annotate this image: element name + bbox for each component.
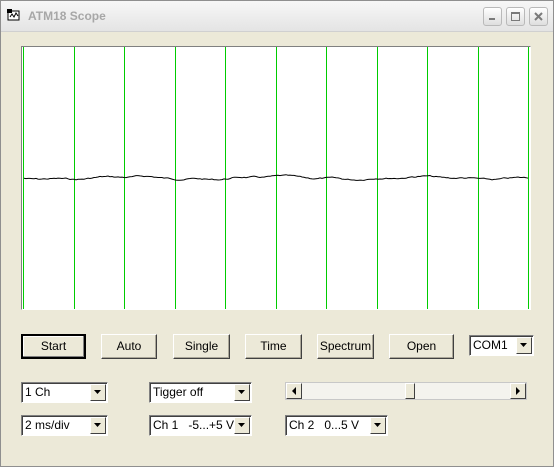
close-button[interactable] xyxy=(529,7,548,26)
trigger-level-scrollbar[interactable] xyxy=(285,382,527,400)
chevron-down-icon xyxy=(238,390,245,394)
com-port-value: COM1 xyxy=(473,338,508,352)
com-port-dropdown-button[interactable] xyxy=(516,337,532,354)
ch1-range-dropdown-button[interactable] xyxy=(234,417,250,434)
scroll-right-icon xyxy=(516,387,520,395)
ch2-range-value: Ch 2 0...5 V xyxy=(289,418,360,432)
time-button[interactable]: Time xyxy=(245,334,302,359)
trigger-mode-select[interactable]: Tigger off xyxy=(149,382,252,403)
ch1-range-value: Ch 1 -5...+5 V xyxy=(153,418,235,432)
timebase-dropdown-button[interactable] xyxy=(90,417,106,434)
maximize-button[interactable] xyxy=(506,7,525,26)
chevron-down-icon xyxy=(238,423,245,427)
oscilloscope-display xyxy=(21,46,531,310)
scope-canvas xyxy=(23,47,529,309)
trigger-mode-value: Tigger off xyxy=(153,385,204,399)
scroll-left-icon xyxy=(292,387,296,395)
ch2-range-dropdown-button[interactable] xyxy=(370,417,386,434)
chevron-down-icon xyxy=(94,423,101,427)
chevron-down-icon xyxy=(94,390,101,394)
chevron-down-icon xyxy=(520,343,527,347)
open-button[interactable]: Open xyxy=(389,334,454,359)
scope-window: ATM18 Scope Start Auto Single Time Spect… xyxy=(0,0,554,467)
chevron-down-icon xyxy=(374,423,381,427)
title-bar[interactable]: ATM18 Scope xyxy=(1,1,553,32)
single-button[interactable]: Single xyxy=(173,334,230,359)
trigger-mode-dropdown-button[interactable] xyxy=(234,384,250,401)
com-port-select[interactable]: COM1 xyxy=(469,335,534,356)
timebase-value: 2 ms/div xyxy=(25,418,70,432)
minimize-button[interactable] xyxy=(483,7,502,26)
ch2-range-select[interactable]: Ch 2 0...5 V xyxy=(285,415,388,436)
ch1-range-select[interactable]: Ch 1 -5...+5 V xyxy=(149,415,252,436)
scroll-left-button[interactable] xyxy=(286,383,302,399)
timebase-select[interactable]: 2 ms/div xyxy=(21,415,108,436)
window-title: ATM18 Scope xyxy=(28,9,106,23)
spectrum-button[interactable]: Spectrum xyxy=(317,334,374,359)
channel-count-select[interactable]: 1 Ch xyxy=(21,382,108,403)
scrollbar-thumb[interactable] xyxy=(405,383,415,399)
scroll-right-button[interactable] xyxy=(510,383,526,399)
minimize-icon xyxy=(489,18,495,20)
channel-count-dropdown-button[interactable] xyxy=(90,384,106,401)
channel-count-value: 1 Ch xyxy=(25,385,51,399)
app-icon xyxy=(7,9,20,21)
auto-button[interactable]: Auto xyxy=(101,334,157,359)
maximize-icon xyxy=(511,12,520,21)
start-button[interactable]: Start xyxy=(21,334,86,359)
close-icon xyxy=(534,12,543,21)
